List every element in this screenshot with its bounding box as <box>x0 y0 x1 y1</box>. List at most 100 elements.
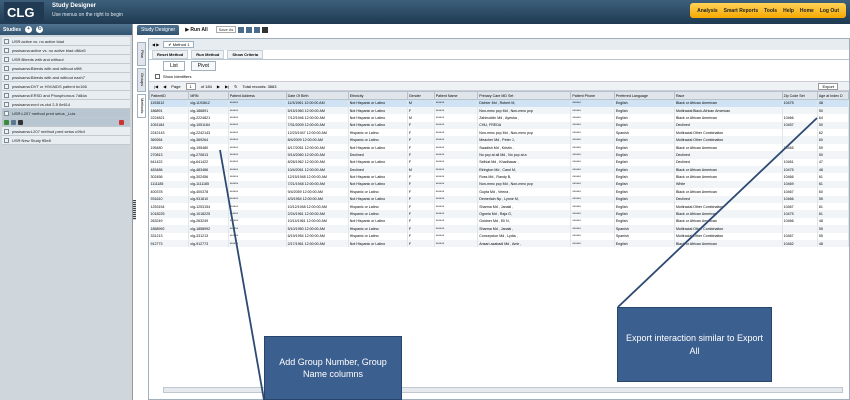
table-row[interactable]: 1018225 clg-1018225 ****** 2/24/1961 12:00:… <box>149 210 850 218</box>
col-age[interactable]: Age at Index D <box>816 91 850 100</box>
study-check-icon[interactable] <box>4 101 9 107</box>
study-item[interactable]: USR:New Study ff5e8 <box>2 136 130 145</box>
study-item[interactable]: pwsisama:ERSD and Phosphorous 7d8da <box>2 91 130 100</box>
study-check-icon[interactable] <box>4 74 9 80</box>
menu-home[interactable]: Home <box>800 8 814 14</box>
show-identifiers-checkbox[interactable] <box>155 74 160 79</box>
menu-help[interactable]: Help <box>783 8 794 14</box>
delete-icon[interactable] <box>119 119 124 125</box>
save-as-button[interactable]: Save As <box>215 26 237 33</box>
table-cell: Not Hispanic or Latino <box>348 121 408 130</box>
col-patientid[interactable]: PatientID <box>148 91 190 100</box>
col-zip[interactable]: Zip Code Set <box>781 91 818 100</box>
table-row[interactable]: 1111185 clg-1111185 ****** 7/21/1948 12:00:… <box>149 180 850 189</box>
study-check-icon[interactable] <box>4 65 9 71</box>
menu-logout[interactable]: Log Out <box>820 8 839 14</box>
export-button[interactable]: Export <box>818 83 838 90</box>
table-cell: 10457 <box>782 121 818 130</box>
tab-methods[interactable]: Methods <box>137 94 146 118</box>
table-row[interactable]: 912773 clg-912773 ****** 2/17/1961 12:00:00… <box>149 239 850 248</box>
show-criteria-button[interactable]: Show Criteria <box>227 50 264 59</box>
run-all-button[interactable]: ▶ Run All <box>185 27 208 33</box>
reset-method-button[interactable]: Reset Method <box>152 50 189 59</box>
col-dob[interactable]: Date Of Birth <box>285 91 349 100</box>
study-check-icon[interactable] <box>4 137 9 143</box>
study-check-icon[interactable] <box>4 92 9 98</box>
page-input[interactable]: 1 <box>185 82 196 90</box>
refresh-grid-icon[interactable]: ↻ <box>234 84 237 89</box>
edit-icon[interactable] <box>4 119 9 125</box>
study-item[interactable]: pwsisama:DVT or HIV/AIDS patient bc166 <box>2 82 130 91</box>
table-row[interactable]: 400378 clg-400378 ****** 9/4/2059 12:00:00 … <box>149 188 850 196</box>
show-identifiers[interactable]: Show Identifiers <box>149 72 849 81</box>
col-address[interactable]: Patient Address <box>227 91 287 100</box>
refresh-icon[interactable]: ↻ <box>36 26 44 33</box>
table-row[interactable]: 195480 clg-195480 ****** 6/17/2051 12:00:00… <box>149 143 850 152</box>
add-study-icon[interactable]: + <box>25 26 33 33</box>
table-row[interactable]: 1193612 clg-1193612 ****** 11/3/1961 12:00:… <box>149 99 850 107</box>
next-page-icon[interactable]: ▶ <box>217 84 220 89</box>
menu-analysis[interactable]: Analysis <box>697 8 718 14</box>
study-item-selected[interactable]: USR:L207 method pred setus _Luis <box>2 109 130 118</box>
col-phone[interactable]: Patient Phone <box>570 91 615 100</box>
move-icon[interactable] <box>254 26 261 33</box>
table-row[interactable]: 331213 clg-331213 ****** 6/19/1954 12:00:00… <box>149 232 850 240</box>
last-page-icon[interactable]: ▶| <box>225 84 229 89</box>
tab-plan[interactable]: Plan <box>137 42 146 66</box>
study-check-icon[interactable] <box>4 56 9 62</box>
study-item[interactable]: USR:active vs. no active blad <box>2 37 130 46</box>
table-row[interactable]: 369264 clg-369264 ****** 8/4/2009 12:00:00 … <box>149 136 850 144</box>
run-method-button[interactable]: Run Method <box>191 50 225 59</box>
nav-arrows-icon[interactable]: ◀ ▶ <box>152 42 159 47</box>
menu-smart-reports[interactable]: Smart Reports <box>724 8 758 14</box>
table-row[interactable]: 931610 clg-931610 ****** 4/3/1954 12:00:00 … <box>149 195 850 203</box>
table-row[interactable]: 1253154 clg-1253154 ****** 10/12/1948 12:00… <box>149 202 850 211</box>
menu-tools[interactable]: Tools <box>764 8 777 14</box>
study-check-icon[interactable] <box>4 47 9 53</box>
table-row[interactable]: 2224821 clg-2224821 ****** 7/12/1946 12:00:… <box>149 114 850 122</box>
copy-icon[interactable] <box>11 119 16 125</box>
table-cell: English <box>614 210 675 218</box>
table-row[interactable]: 2242143 clg-2242143 ****** 12/23/1947 12:00… <box>149 129 850 137</box>
col-race[interactable]: Race <box>673 91 783 100</box>
tab-study-designer[interactable]: Study Designer <box>137 24 180 35</box>
col-language[interactable]: Preferred Language <box>613 91 675 100</box>
share-icon[interactable] <box>18 119 23 125</box>
table-row[interactable]: 1051184 clg-1051184 ****** 7/31/2009 12:00:… <box>149 121 850 130</box>
study-check-icon[interactable] <box>4 83 9 89</box>
study-item[interactable]: USR:Bleeds with and without <box>2 55 130 64</box>
table-row[interactable]: 302456 clg-302456 ****** 12/15/1948 12:00:0… <box>149 173 850 181</box>
study-check-icon[interactable] <box>4 110 9 116</box>
study-check-icon[interactable] <box>4 128 9 134</box>
table-cell: 2224821 <box>149 114 190 122</box>
col-name[interactable]: Patient Name <box>433 91 479 100</box>
study-item[interactable]: pwsisama:L207 method pred setus u9fc4 <box>2 127 130 136</box>
open-icon[interactable] <box>246 26 253 33</box>
study-item[interactable]: pwsisama:Bleeds with and without eaxh7 <box>2 73 130 82</box>
save-icon[interactable] <box>238 26 245 33</box>
study-item[interactable]: pwsisama:Bleeds with and without s9f8 <box>2 64 130 73</box>
col-ethnicity[interactable]: Ethnicity <box>347 91 408 100</box>
study-check-icon[interactable] <box>4 38 9 44</box>
main-menu: Analysis Smart Reports Tools Help Home L… <box>690 3 846 18</box>
tab-groups[interactable]: Groups <box>137 68 146 92</box>
study-item[interactable]: pwsisama:ecrd vs.ckd 2-5 6e614 <box>2 100 130 109</box>
table-cell: Declined <box>674 151 783 159</box>
prev-page-icon[interactable]: ◀ <box>163 84 166 89</box>
col-gender[interactable]: Gender <box>406 91 435 100</box>
first-page-icon[interactable]: |◀ <box>154 84 158 89</box>
col-mrn[interactable]: MRN <box>188 91 229 100</box>
table-row[interactable]: 186891 clg-186891 ****** 5/15/1960 12:00:00… <box>149 106 850 115</box>
close-icon[interactable] <box>262 26 269 33</box>
table-row[interactable]: 483486 clg-483486 ****** 10/4/2061 12:00:00… <box>149 166 850 174</box>
list-view-button[interactable]: List <box>163 61 185 71</box>
table-row[interactable]: 1858992 clg-1858992 ****** 5/10/1950 12:00:… <box>149 225 850 233</box>
tab-method-1[interactable]: ✔ Method 1 <box>163 41 195 48</box>
panel-collapse-handle[interactable] <box>133 200 136 220</box>
study-item[interactable]: pwsisama:active vs. no active blad dfAlx… <box>2 46 130 55</box>
col-pcp[interactable]: Primary Care MD Set <box>477 91 572 100</box>
table-row[interactable]: 641422 clg-641422 ****** 8/26/1962 12:00:00… <box>149 158 850 167</box>
table-row[interactable]: 270813 clg-270813 ****** 9/14/2060 12:00:00… <box>149 151 850 159</box>
pivot-view-button[interactable]: Pivot <box>190 61 216 71</box>
table-row[interactable]: 263249 clg-263249 ****** 10/14/1961 12:00:0… <box>149 217 850 226</box>
